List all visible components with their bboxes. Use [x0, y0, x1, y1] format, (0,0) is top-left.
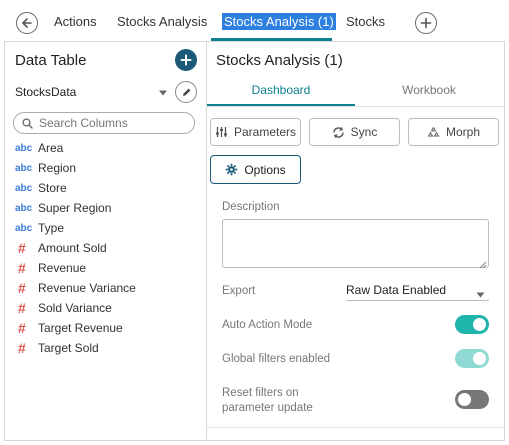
- data-source-name[interactable]: StocksData: [15, 85, 76, 99]
- text-type-icon: abc: [15, 142, 33, 154]
- numeric-type-icon: #: [18, 340, 26, 356]
- column-name: Super Region: [38, 201, 112, 215]
- global-filters-label: Global filters enabled: [222, 353, 331, 365]
- options-button[interactable]: Options: [210, 155, 301, 184]
- text-type-icon: abc: [15, 162, 33, 174]
- text-type-icon: abc: [15, 182, 33, 194]
- list-item-region[interactable]: abc Region: [15, 158, 200, 178]
- list-item-super-region[interactable]: abc Super Region: [15, 198, 200, 218]
- reset-filters-label-line1: Reset filters on: [222, 387, 299, 399]
- reset-filters-toggle[interactable]: [455, 390, 489, 409]
- morph-label: Morph: [445, 125, 480, 139]
- top-tab-bar: Actions Stocks Analysis Stocks Analysis …: [0, 0, 509, 44]
- toggle-knob: [458, 393, 471, 406]
- auto-action-mode-toggle[interactable]: [455, 315, 489, 334]
- list-item-area[interactable]: abc Area: [15, 138, 200, 158]
- morph-button[interactable]: Morph: [408, 118, 499, 146]
- gear-icon: [225, 163, 238, 176]
- tab-actions[interactable]: Actions: [54, 14, 97, 29]
- dashboard-settings-panel: Stocks Analysis (1) Dashboard Workbook P…: [207, 41, 505, 441]
- toggle-knob: [473, 352, 486, 365]
- list-item-revenue-variance[interactable]: # Revenue Variance: [15, 278, 200, 298]
- arrow-left-icon: [22, 18, 32, 28]
- back-button[interactable]: [16, 12, 38, 34]
- text-type-icon: abc: [15, 202, 33, 214]
- global-filters-toggle[interactable]: [455, 349, 489, 368]
- parameters-button[interactable]: Parameters: [210, 118, 301, 146]
- divider: [207, 106, 504, 107]
- list-item-sold-variance[interactable]: # Sold Variance: [15, 298, 200, 318]
- recycle-icon: [427, 126, 440, 139]
- list-item-revenue[interactable]: # Revenue: [15, 258, 200, 278]
- tab-stocks[interactable]: Stocks: [346, 14, 385, 29]
- data-table-panel: Data Table StocksData abc Area abc Regio…: [4, 41, 207, 441]
- tab-dashboard[interactable]: Dashboard: [207, 83, 355, 97]
- column-name: Area: [38, 141, 64, 155]
- column-name: Region: [38, 161, 77, 175]
- add-data-table-button[interactable]: [175, 49, 197, 71]
- column-name: Revenue Variance: [38, 281, 136, 295]
- column-name: Type: [38, 221, 65, 235]
- list-item-target-sold[interactable]: # Target Sold: [15, 338, 200, 358]
- list-item-target-revenue[interactable]: # Target Revenue: [15, 318, 200, 338]
- pencil-icon: [182, 88, 190, 96]
- search-columns-box[interactable]: [13, 112, 195, 134]
- sync-label: Sync: [350, 125, 378, 139]
- numeric-type-icon: #: [18, 240, 26, 256]
- export-label: Export: [222, 285, 256, 297]
- column-name: Target Sold: [38, 341, 99, 355]
- data-table-title: Data Table: [15, 52, 87, 69]
- divider: [207, 427, 504, 428]
- toggle-knob: [473, 318, 486, 331]
- export-value: Raw Data Enabled: [346, 283, 447, 297]
- numeric-type-icon: #: [18, 320, 26, 336]
- numeric-type-icon: #: [18, 260, 26, 276]
- panel-title: Stocks Analysis (1): [216, 52, 343, 69]
- column-name: Revenue: [38, 261, 87, 275]
- parameters-label: Parameters: [233, 125, 297, 139]
- numeric-type-icon: #: [18, 300, 26, 316]
- column-name: Target Revenue: [38, 321, 123, 335]
- sync-button[interactable]: Sync: [309, 118, 400, 146]
- description-label: Description: [222, 201, 280, 213]
- search-icon: [22, 117, 33, 129]
- caret-down-icon[interactable]: [158, 86, 168, 100]
- search-columns-input[interactable]: [39, 116, 189, 130]
- text-type-icon: abc: [15, 222, 33, 234]
- list-item-store[interactable]: abc Store: [15, 178, 200, 198]
- column-list: abc Area abc Region abc Store abc Super …: [15, 138, 200, 358]
- options-label: Options: [244, 162, 286, 177]
- edit-data-source-button[interactable]: [175, 81, 197, 103]
- caret-down-icon: [476, 287, 485, 301]
- tab-stocks-analysis[interactable]: Stocks Analysis: [117, 14, 207, 29]
- description-field[interactable]: [222, 219, 489, 268]
- column-name: Store: [38, 181, 67, 195]
- add-tab-button[interactable]: [415, 12, 437, 34]
- numeric-type-icon: #: [18, 280, 26, 296]
- resize-grip-icon[interactable]: [479, 258, 487, 272]
- tab-stocks-analysis-1[interactable]: Stocks Analysis (1): [222, 13, 336, 30]
- auto-action-mode-label: Auto Action Mode: [222, 319, 313, 331]
- tab-workbook[interactable]: Workbook: [355, 83, 503, 97]
- reset-filters-label-line2: parameter update: [222, 402, 313, 414]
- sliders-icon: [215, 126, 228, 138]
- plus-icon: [420, 17, 432, 29]
- column-name: Sold Variance: [38, 301, 112, 315]
- plus-circle-icon: [180, 54, 192, 66]
- column-name: Amount Sold: [38, 241, 107, 255]
- list-item-type[interactable]: abc Type: [15, 218, 200, 238]
- sync-icon: [332, 126, 345, 139]
- list-item-amount-sold[interactable]: # Amount Sold: [15, 238, 200, 258]
- export-select[interactable]: Raw Data Enabled: [346, 283, 489, 301]
